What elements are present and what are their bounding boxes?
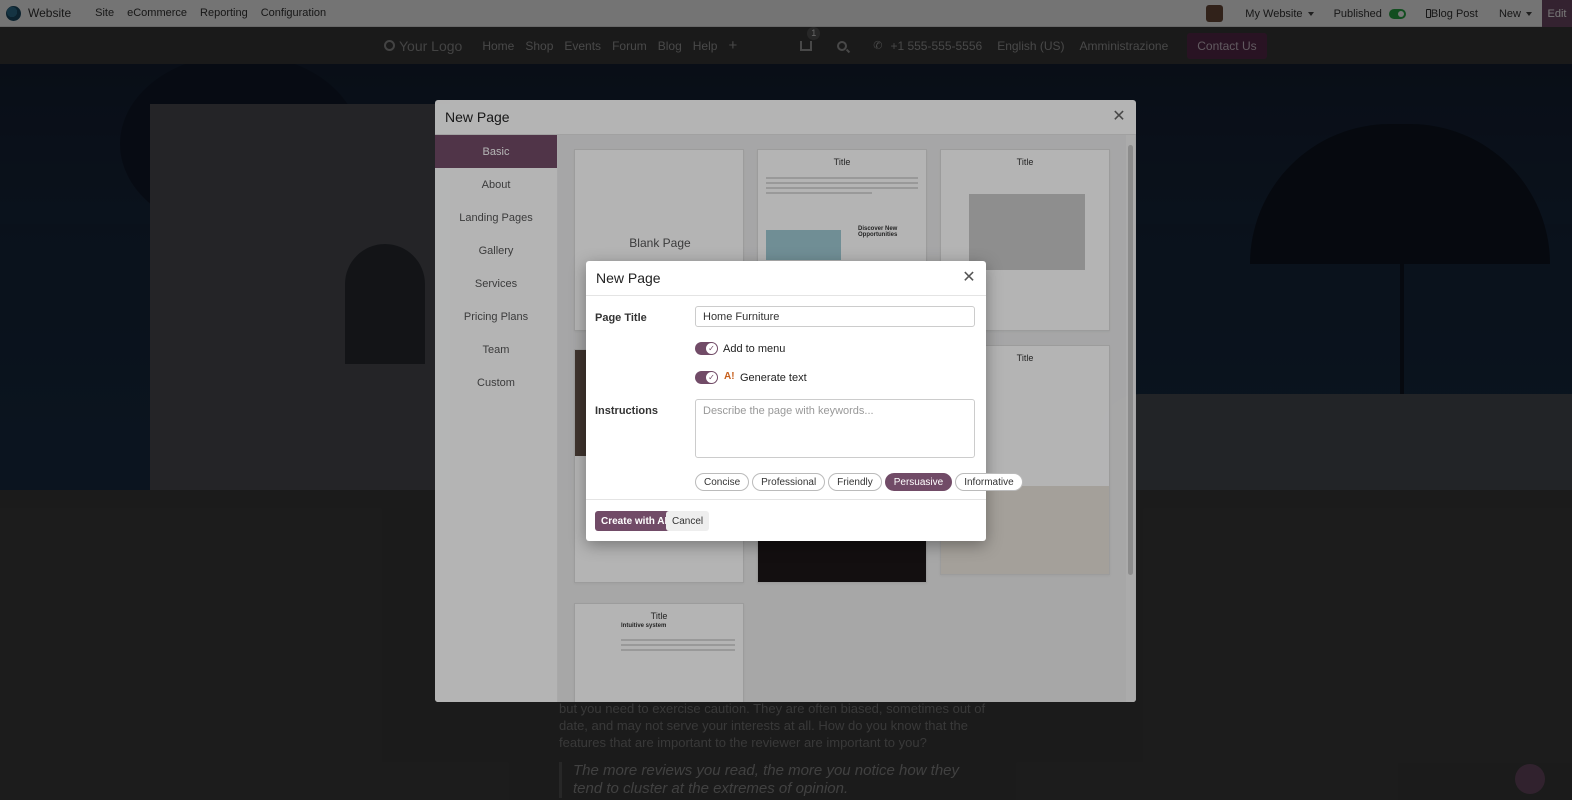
add-to-menu-toggle[interactable] — [695, 342, 718, 355]
page-title-label: Page Title — [595, 312, 647, 324]
cancel-button[interactable]: Cancel — [666, 511, 710, 531]
generate-text-toggle[interactable] — [695, 371, 718, 384]
close-icon[interactable]: ✕ — [960, 269, 978, 287]
ai-icon: A! — [724, 371, 735, 382]
dialog-title: New Page — [586, 261, 986, 296]
tone-persuasive[interactable]: Persuasive — [884, 473, 953, 491]
dialog-footer: Create with AI Cancel — [586, 499, 986, 541]
tone-friendly[interactable]: Friendly — [828, 473, 882, 491]
add-to-menu-label: Add to menu — [723, 343, 786, 355]
tone-professional[interactable]: Professional — [752, 473, 826, 491]
create-with-ai-button[interactable]: Create with AI — [595, 511, 674, 531]
generate-text-label: Generate text — [740, 372, 807, 384]
new-page-dialog: New Page ✕ Page Title Add to menu A! Gen… — [586, 261, 1023, 541]
tone-informative[interactable]: Informative — [955, 473, 1023, 491]
instructions-textarea[interactable] — [695, 399, 975, 458]
tone-selector: Concise Professional Friendly Persuasive… — [695, 473, 1026, 491]
instructions-label: Instructions — [595, 405, 658, 417]
tone-concise[interactable]: Concise — [695, 473, 750, 491]
page-title-input[interactable] — [695, 306, 975, 327]
